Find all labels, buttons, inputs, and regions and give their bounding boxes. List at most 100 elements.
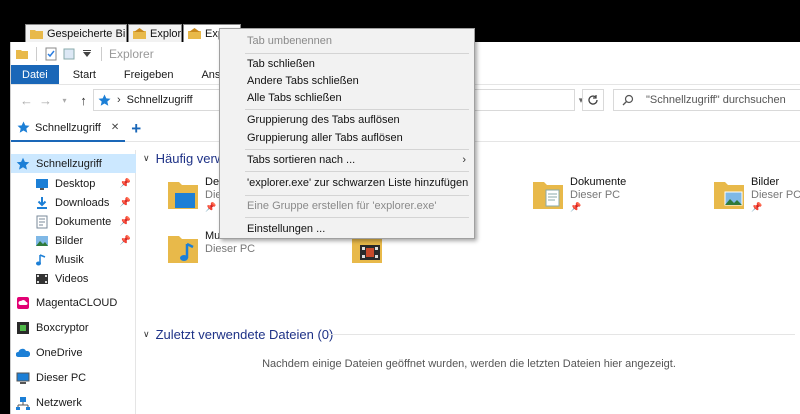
sidebar-item-label: Bilder bbox=[55, 234, 84, 247]
pin-icon: 📌 bbox=[119, 197, 131, 207]
recent-locations-button[interactable]: ▾ bbox=[55, 89, 74, 111]
sidebar-item-label: Desktop bbox=[55, 177, 96, 190]
pin-icon: 📌 bbox=[570, 202, 582, 212]
menu-item-alle-tabs-schliessen[interactable]: Alle Tabs schließen bbox=[220, 89, 474, 107]
tab-label: Gespeicherte Bilder bbox=[47, 27, 127, 40]
documents-icon bbox=[36, 215, 48, 228]
menu-item-gruppierung-aller-tabs-aufloesen[interactable]: Gruppierung aller Tabs auflösen bbox=[220, 129, 474, 147]
pin-icon: 📌 bbox=[751, 202, 763, 212]
boxcryptor-icon bbox=[17, 321, 29, 334]
menu-item-gruppe-erstellen: Eine Gruppe erstellen für 'explorer.exe' bbox=[247, 200, 437, 212]
tile-name: Bilder bbox=[751, 176, 780, 188]
tile-location: Dieser PC bbox=[751, 189, 800, 201]
home-folder-icon bbox=[188, 28, 201, 39]
chevron-down-icon[interactable] bbox=[80, 47, 94, 61]
navigation-pane: Schnellzugriff Desktop 📌 Downloads 📌 Dok… bbox=[11, 150, 136, 414]
tile-dokumente[interactable]: Dokumente Dieser PC 📌 bbox=[532, 176, 672, 216]
tile-bilder[interactable]: Bilder Dieser PC 📌 bbox=[713, 176, 800, 216]
network-icon bbox=[16, 396, 30, 410]
sidebar-item-dokumente[interactable]: Dokumente 📌 bbox=[11, 212, 136, 231]
group-header-recent[interactable]: ∨ Zuletzt verwendete Dateien (0) bbox=[143, 324, 333, 344]
sidebar-item-label: OneDrive bbox=[36, 346, 83, 359]
tile-name: Dokumente bbox=[570, 176, 627, 188]
sidebar-item-label: Dieser PC bbox=[36, 371, 87, 384]
magentacloud-icon bbox=[17, 296, 29, 309]
sidebar-item-boxcryptor[interactable]: Boxcryptor bbox=[11, 318, 136, 337]
up-button[interactable]: ↑ bbox=[74, 89, 93, 111]
menu-separator bbox=[245, 109, 469, 110]
menu-item-gruppierung-des-tabs-aufloesen[interactable]: Gruppierung des Tabs auflösen bbox=[220, 111, 474, 129]
music-icon bbox=[36, 253, 46, 265]
tab-schnellzugriff[interactable]: Schnellzugriff ✕ bbox=[11, 116, 126, 142]
search-placeholder: "Schnellzugriff" durchsuchen bbox=[646, 94, 786, 106]
star-icon bbox=[16, 157, 30, 170]
sidebar-item-label: Musik bbox=[55, 253, 84, 266]
pin-icon: 📌 bbox=[119, 216, 131, 226]
onedrive-icon bbox=[16, 348, 30, 357]
sidebar-item-musik[interactable]: Musik bbox=[11, 250, 136, 269]
tab-label: Explorer bbox=[150, 27, 182, 40]
menu-separator bbox=[245, 53, 469, 54]
divider bbox=[36, 46, 37, 61]
home-folder-icon bbox=[133, 28, 146, 39]
ribbon-tab-freigeben[interactable]: Freigeben bbox=[110, 65, 188, 84]
pictures-icon bbox=[36, 235, 48, 246]
sidebar-item-label: Netzwerk bbox=[36, 396, 82, 409]
tile-location: Dieser PC bbox=[205, 243, 256, 255]
desktop-folder-icon bbox=[168, 182, 198, 209]
forward-button[interactable]: → bbox=[36, 89, 55, 111]
sidebar-item-bilder[interactable]: Bilder 📌 bbox=[11, 231, 136, 250]
pin-icon: 📌 bbox=[119, 235, 131, 245]
add-tab-button[interactable]: + bbox=[131, 119, 141, 139]
sidebar-item-onedrive[interactable]: OneDrive bbox=[11, 343, 136, 362]
sidebar-item-label: MagentaCLOUD bbox=[36, 296, 118, 309]
refresh-icon bbox=[588, 95, 598, 105]
breadcrumb-schnellzugriff[interactable]: Schnellzugriff bbox=[127, 94, 193, 106]
chevron-right-icon: › bbox=[462, 154, 466, 166]
sidebar-item-dieser-pc[interactable]: Dieser PC bbox=[11, 368, 136, 387]
search-icon bbox=[622, 94, 634, 106]
menu-item-label: Tabs sortieren nach ... bbox=[247, 154, 356, 166]
refresh-button[interactable] bbox=[582, 89, 604, 111]
sidebar-item-label: Boxcryptor bbox=[36, 321, 89, 334]
sidebar-item-desktop[interactable]: Desktop 📌 bbox=[11, 174, 136, 193]
sidebar-item-videos[interactable]: Videos bbox=[11, 269, 136, 288]
new-folder-icon[interactable] bbox=[62, 47, 76, 61]
back-button[interactable]: ← bbox=[17, 89, 36, 111]
close-icon[interactable]: ✕ bbox=[111, 122, 119, 133]
sidebar-item-magentacloud[interactable]: MagentaCLOUD bbox=[11, 293, 136, 312]
folder-icon bbox=[30, 30, 43, 39]
search-input[interactable]: "Schnellzugriff" durchsuchen bbox=[613, 89, 800, 111]
sidebar-item-downloads[interactable]: Downloads 📌 bbox=[11, 193, 136, 212]
ribbon-tab-datei[interactable]: Datei bbox=[11, 65, 59, 84]
divider bbox=[329, 334, 795, 335]
sidebar-item-netzwerk[interactable]: Netzwerk bbox=[11, 393, 136, 412]
properties-icon[interactable] bbox=[44, 47, 58, 61]
pc-icon bbox=[16, 372, 30, 384]
chevron-down-icon: ∨ bbox=[143, 152, 150, 163]
menu-item-einstellungen[interactable]: Einstellungen ... bbox=[220, 220, 474, 238]
menu-separator bbox=[245, 195, 469, 196]
empty-recent-message: Nachdem einige Dateien geöffnet wurden, … bbox=[262, 358, 676, 370]
group-title: Zuletzt verwendete Dateien (0) bbox=[155, 326, 334, 342]
menu-item-tabs-sortieren[interactable]: Tabs sortieren nach ... › bbox=[220, 151, 474, 169]
pictures-folder-icon bbox=[714, 182, 744, 209]
browser-tab-gespeicherte-bilder[interactable]: Gespeicherte Bilder bbox=[25, 24, 127, 42]
menu-item-blacklist-explorer[interactable]: 'explorer.exe' zur schwarzen Liste hinzu… bbox=[220, 174, 474, 192]
breadcrumb-separator: › bbox=[117, 94, 121, 106]
sidebar-item-schnellzugriff[interactable]: Schnellzugriff bbox=[11, 154, 136, 173]
desktop-icon bbox=[36, 178, 48, 190]
menu-item-tab-umbenennen: Tab umbenennen bbox=[247, 35, 333, 47]
documents-folder-icon bbox=[533, 182, 563, 209]
menu-separator bbox=[245, 149, 469, 150]
browser-tab-explorer[interactable]: Explorer bbox=[128, 24, 182, 42]
folder-icon[interactable] bbox=[15, 47, 29, 61]
download-icon bbox=[37, 196, 47, 209]
sidebar-item-label: Downloads bbox=[55, 196, 110, 209]
menu-item-andere-tabs-schliessen[interactable]: Andere Tabs schließen bbox=[220, 72, 474, 90]
menu-item-tab-schliessen[interactable]: Tab schließen bbox=[220, 55, 474, 73]
ribbon-tab-start[interactable]: Start bbox=[59, 65, 110, 84]
tile-location: Dieser PC bbox=[570, 189, 621, 201]
sidebar-item-label: Dokumente bbox=[55, 215, 112, 228]
window-title: Explorer bbox=[109, 46, 154, 61]
